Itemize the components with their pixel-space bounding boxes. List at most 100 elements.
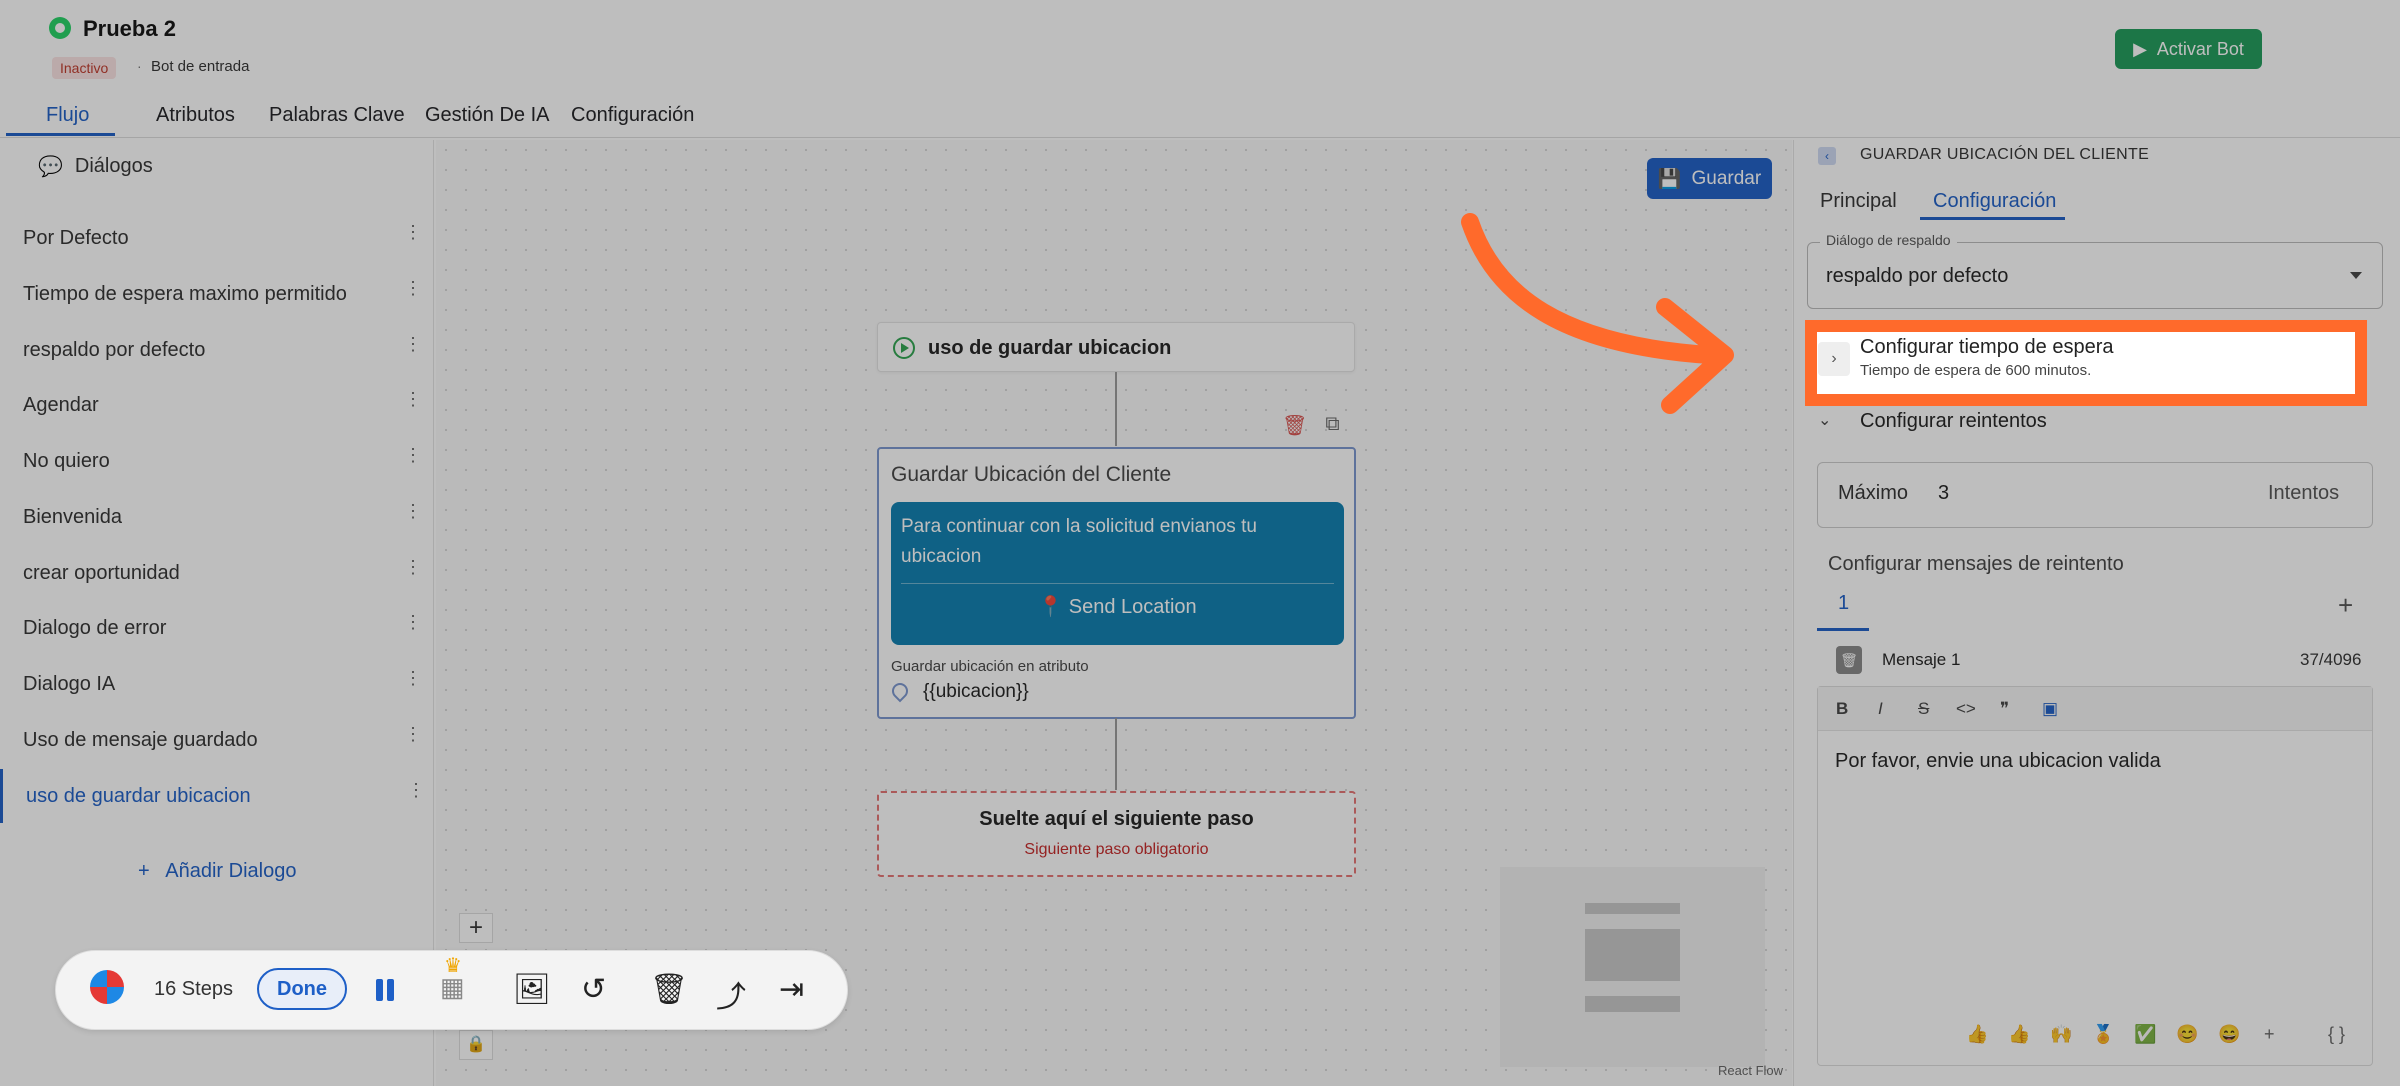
sidebar-item-bienvenida[interactable]: Bienvenida ⋮ <box>0 490 434 544</box>
message-tab-indicator <box>1817 628 1869 631</box>
tab-principal[interactable]: Principal <box>1820 190 1897 213</box>
tab-panel-configuracion[interactable]: Configuración <box>1933 190 2056 213</box>
drop-zone-node[interactable]: Suelte aquí el siguiente paso Siguiente … <box>877 791 1356 877</box>
add-emoji-button[interactable]: + <box>2264 1024 2275 1045</box>
emoji-hands-icon[interactable]: 🙌 <box>2050 1024 2072 1045</box>
sidebar-item-label: crear oportunidad <box>23 562 180 584</box>
skip-end-icon[interactable]: ⇥ <box>779 972 804 1007</box>
sidebar-item-guardar-ubicacion[interactable]: uso de guardar ubicacion ⋮ <box>0 769 434 823</box>
tab-palabras-clave[interactable]: Palabras Clave <box>269 104 405 127</box>
tab-gestion-ia[interactable]: Gestión De IA <box>425 104 550 127</box>
sidebar-item-label: No quiero <box>23 450 110 472</box>
done-button[interactable]: Done <box>257 968 347 1010</box>
dialogs-heading-label: Diálogos <box>74 155 153 177</box>
message-tab-1[interactable]: 1 <box>1838 592 1849 615</box>
tab-atributos[interactable]: Atributos <box>156 104 235 127</box>
sidebar-item-tiempo-espera[interactable]: Tiempo de espera maximo permitido ⋮ <box>0 267 434 321</box>
chat-icon: 💬 <box>38 156 63 178</box>
more-icon[interactable]: ⋮ <box>404 669 422 687</box>
more-icon[interactable]: ⋮ <box>404 558 422 576</box>
emoji-thumbs-icon[interactable]: 👍 <box>1966 1024 1988 1045</box>
location-pin-icon: 📍 <box>1038 596 1064 618</box>
sidebar-item-dialogo-error[interactable]: Dialogo de error ⋮ <box>0 601 434 655</box>
attribute-label: Guardar ubicación en atributo <box>891 658 1089 675</box>
sidebar-item-label: uso de guardar ubicacion <box>26 785 251 807</box>
sidebar-item-label: Bienvenida <box>23 506 122 528</box>
start-node[interactable]: uso de guardar ubicacion <box>877 322 1355 372</box>
sidebar-item-por-defecto[interactable]: Por Defecto ⋮ <box>0 211 434 265</box>
plus-icon: + <box>138 860 150 882</box>
zoom-in-button[interactable]: + <box>459 913 493 943</box>
timeout-subtitle: Tiempo de espera de 600 minutos. <box>1860 362 2092 379</box>
send-location-button[interactable]: 📍 Send Location <box>891 594 1344 619</box>
message-editor[interactable] <box>1817 686 2373 1066</box>
save-button[interactable]: 💾 Guardar <box>1647 158 1772 199</box>
tab-configuracion[interactable]: Configuración <box>571 104 694 127</box>
divider <box>901 583 1334 584</box>
retries-section-title[interactable]: Configurar reintentos <box>1860 410 2047 433</box>
minimap-node <box>1585 903 1680 914</box>
flow-edge <box>1115 718 1117 790</box>
more-icon[interactable]: ⋮ <box>404 613 422 631</box>
lock-button[interactable]: 🔒 <box>459 1030 493 1060</box>
fallback-legend: Diálogo de respaldo <box>1820 232 1957 248</box>
more-icon[interactable]: ⋮ <box>404 335 422 353</box>
max-value[interactable]: 3 <box>1938 482 1949 505</box>
sidebar-item-agendar[interactable]: Agendar ⋮ <box>0 378 434 432</box>
variables-button[interactable]: { } <box>2328 1024 2345 1045</box>
attribution-link[interactable]: React Flow <box>1718 1063 1783 1078</box>
add-message-button[interactable]: + <box>2338 590 2353 621</box>
image-icon[interactable]: 🖼 <box>513 972 551 1007</box>
italic-icon[interactable]: I <box>1878 699 1883 719</box>
more-icon[interactable]: ⋮ <box>404 446 422 464</box>
sidebar-item-mensaje-guardado[interactable]: Uso de mensaje guardado ⋮ <box>0 713 434 767</box>
tab-flujo[interactable]: Flujo <box>46 104 89 127</box>
copy-icon[interactable]: ⧉ <box>1325 413 1339 438</box>
more-icon[interactable]: ⋮ <box>404 390 422 408</box>
message-text-input[interactable]: Por favor, envie una ubicacion valida <box>1835 750 2161 773</box>
back-icon[interactable]: ‹ <box>1818 147 1836 165</box>
play-circle-icon <box>893 337 915 359</box>
add-dialog-button[interactable]: + Añadir Dialogo <box>138 860 296 883</box>
emoji-smile-icon[interactable]: 😊 <box>2176 1024 2198 1045</box>
step-counter: 16 Steps <box>154 978 233 1000</box>
more-icon[interactable]: ⋮ <box>404 223 422 241</box>
emoji-laugh-icon[interactable]: 😄 <box>2218 1024 2240 1045</box>
activate-bot-button[interactable]: ▶ Activar Bot <box>2115 29 2262 69</box>
location-node[interactable]: Guardar Ubicación del Cliente Para conti… <box>877 447 1356 719</box>
more-icon[interactable]: ⋮ <box>404 502 422 520</box>
sidebar-item-dialogo-ia[interactable]: Dialogo IA ⋮ <box>0 657 434 711</box>
trash-icon[interactable]: 🗑 <box>650 972 688 1007</box>
more-icon[interactable]: ⋮ <box>404 725 422 743</box>
node-actions: 🗑 ⧉ <box>1282 413 1340 438</box>
code-icon[interactable]: <> <box>1956 699 1976 719</box>
emoji-medal-icon[interactable]: 🏅 <box>2092 1024 2114 1045</box>
separator: · <box>137 58 142 74</box>
undo-icon[interactable]: ↺ <box>581 972 606 1007</box>
emoji-check-icon[interactable]: ✅ <box>2134 1024 2156 1045</box>
upload-arrow-icon[interactable]: ⤴ <box>716 972 746 1016</box>
bold-icon[interactable]: B <box>1836 699 1848 719</box>
strikethrough-icon[interactable]: S <box>1918 699 1929 719</box>
emoji-thumbs-icon[interactable]: 👍 <box>2008 1024 2030 1045</box>
more-icon[interactable]: ⋮ <box>407 781 425 799</box>
message-label: Mensaje 1 <box>1882 650 1961 669</box>
app-header <box>0 0 2400 98</box>
image-icon[interactable]: ▣ <box>2042 699 2058 719</box>
trash-icon[interactable]: 🗑 <box>1282 413 1307 438</box>
timeout-title: Configurar tiempo de espera <box>1860 336 2114 358</box>
chevron-down-icon[interactable]: ⌄ <box>1818 410 1831 430</box>
sidebar-item-respaldo[interactable]: respaldo por defecto ⋮ <box>0 323 434 377</box>
sidebar-item-no-quiero[interactable]: No quiero ⋮ <box>0 434 434 488</box>
recorder-logo-icon <box>90 970 124 1004</box>
floppy-icon: 💾 <box>1657 168 1682 190</box>
trash-icon[interactable]: 🗑 <box>1836 646 1862 674</box>
sidebar-item-crear-oportunidad[interactable]: crear oportunidad ⋮ <box>0 546 434 600</box>
quote-icon[interactable]: ❞ <box>2000 699 2009 719</box>
timeout-config-highlight[interactable]: › Configurar tiempo de espera Tiempo de … <box>1805 320 2367 406</box>
blur-icon[interactable]: ▦ <box>440 972 465 1003</box>
pause-icon[interactable] <box>374 979 396 1001</box>
more-icon[interactable]: ⋮ <box>404 279 422 297</box>
sidebar-item-label: Tiempo de espera maximo permitido <box>23 283 347 305</box>
add-dialog-label: Añadir Dialogo <box>165 860 297 882</box>
